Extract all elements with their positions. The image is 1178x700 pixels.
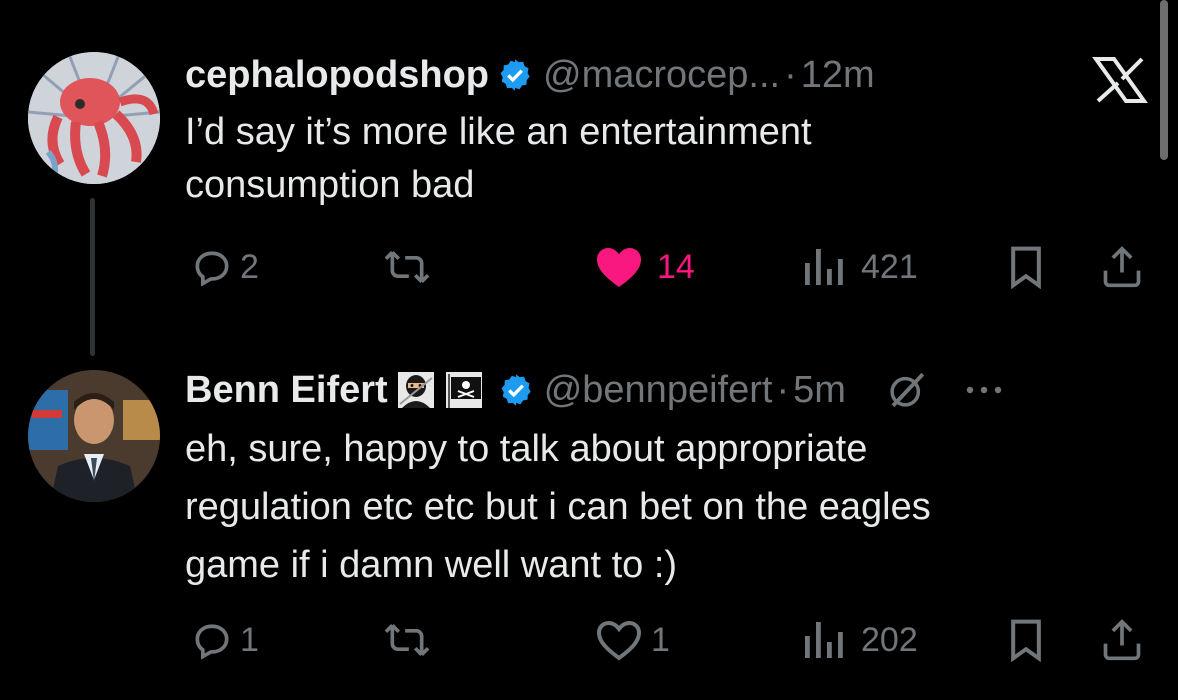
- tweet-text: eh, sure, happy to talk about appropriat…: [185, 423, 931, 592]
- tweet-text: I’d say it’s more like an entertainment …: [185, 106, 812, 212]
- reply-button[interactable]: 2: [190, 245, 259, 289]
- share-icon: [1103, 246, 1141, 288]
- views-count: 202: [861, 620, 918, 659]
- timestamp[interactable]: 12m: [801, 54, 875, 97]
- display-name[interactable]: cephalopodshop: [185, 54, 489, 97]
- avatar-octopus[interactable]: [28, 52, 160, 184]
- grok-icon[interactable]: [886, 369, 928, 411]
- bookmark-icon: [1011, 246, 1041, 289]
- thread-connector: [90, 198, 95, 356]
- retweet-button[interactable]: [383, 245, 431, 289]
- like-button[interactable]: 1: [595, 618, 670, 662]
- tweet-2[interactable]: Benn Eifert @bennpeifert · 5m eh, sure, …: [0, 340, 1178, 700]
- tweet-text-line: eh, sure, happy to talk about appropriat…: [185, 428, 868, 470]
- avatar-person[interactable]: [28, 370, 160, 502]
- action-bar: 2 14 421: [185, 243, 1150, 293]
- handle[interactable]: @macrocep...: [543, 54, 780, 97]
- like-count: 14: [657, 247, 695, 286]
- heart-icon: [596, 620, 642, 661]
- tweet-header: cephalopodshop @macrocep... · 12m: [185, 50, 875, 100]
- separator: ·: [776, 368, 790, 411]
- reply-count: 1: [240, 620, 259, 659]
- like-button[interactable]: 14: [595, 245, 695, 289]
- views-icon: [805, 622, 843, 658]
- verified-badge-icon: [501, 374, 531, 406]
- heart-icon: [597, 248, 641, 287]
- more-icon[interactable]: [962, 380, 1006, 400]
- views-icon: [805, 249, 843, 285]
- verified-badge-icon: [500, 59, 530, 91]
- tweet-text-line: game if i damn well want to :): [185, 544, 678, 586]
- share-button[interactable]: [1100, 618, 1144, 662]
- retweet-button[interactable]: [383, 618, 431, 662]
- bookmark-icon: [1011, 619, 1041, 662]
- ninja-emoji-icon: [397, 372, 434, 408]
- tweet-text-line: I’d say it’s more like an entertainment: [185, 111, 812, 153]
- separator: ·: [784, 53, 797, 96]
- tweet-header: Benn Eifert @bennpeifert · 5m: [185, 364, 1006, 416]
- views-count: 421: [861, 247, 918, 286]
- views-button[interactable]: 421: [803, 247, 918, 287]
- retweet-icon: [384, 624, 430, 656]
- timestamp[interactable]: 5m: [793, 369, 846, 412]
- views-button[interactable]: 202: [803, 620, 918, 660]
- reply-button[interactable]: 1: [190, 618, 259, 662]
- share-button[interactable]: [1100, 245, 1144, 289]
- retweet-icon: [384, 251, 430, 283]
- tweet-1[interactable]: cephalopodshop @macrocep... · 12m I’d sa…: [0, 0, 1178, 340]
- reply-icon: [195, 624, 229, 660]
- pirate-flag-emoji-icon: [445, 372, 482, 408]
- action-bar: 1 1 202: [185, 616, 1150, 666]
- handle[interactable]: @bennpeifert: [544, 369, 773, 412]
- share-icon: [1103, 619, 1141, 661]
- like-count: 1: [651, 620, 670, 659]
- bookmark-button[interactable]: [1007, 618, 1045, 662]
- bookmark-button[interactable]: [1007, 245, 1045, 289]
- tweet-text-line: consumption bad: [185, 164, 475, 206]
- reply-icon: [195, 251, 229, 287]
- tweet-text-line: regulation etc etc but i can bet on the …: [185, 486, 931, 528]
- reply-count: 2: [240, 247, 259, 286]
- display-name[interactable]: Benn Eifert: [185, 369, 388, 412]
